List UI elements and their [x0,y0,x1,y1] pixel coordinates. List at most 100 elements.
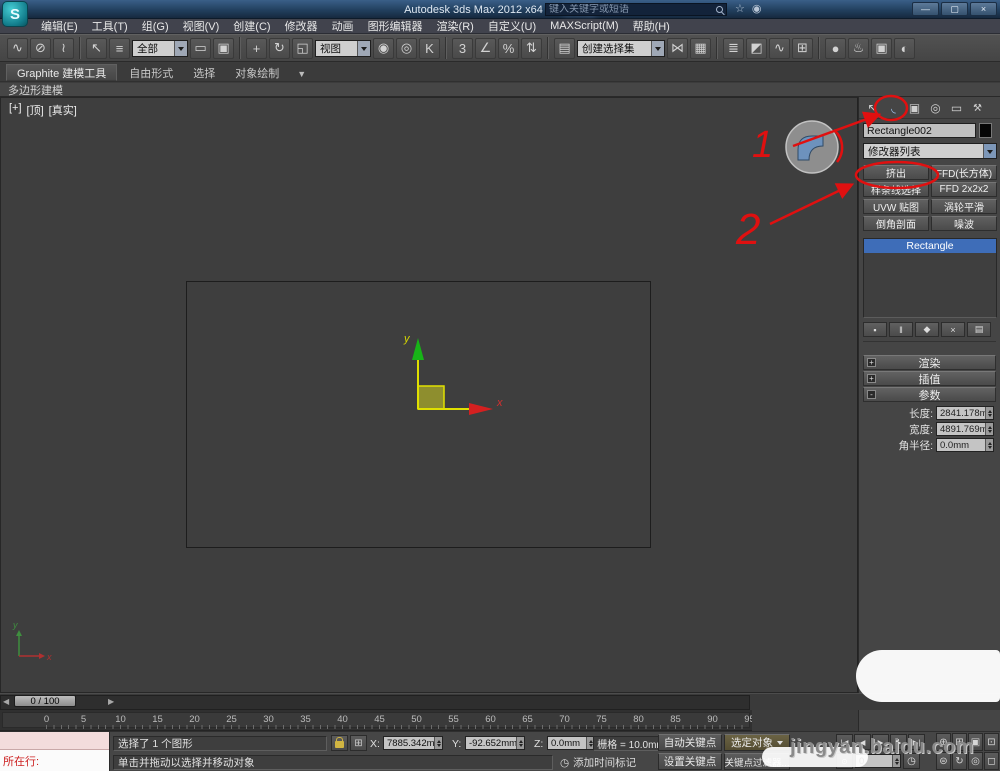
spinner-arrows[interactable] [985,423,993,435]
previous-frame-arrow[interactable]: ◀ [3,697,9,706]
align-icon[interactable]: ▦ [690,37,711,59]
search-icon[interactable] [716,6,723,13]
param-field[interactable]: 2841.178mm [936,406,994,420]
chevron-down-icon[interactable] [983,144,996,158]
tab-object-paint[interactable]: 对象绘制 [225,64,289,81]
rendered-frame-icon[interactable]: ▣ [871,37,892,59]
select-and-rotate-icon[interactable]: ↻ [269,37,290,59]
y-coordinate-field[interactable]: -92.652mm [465,736,525,750]
ribbon-options-arrow[interactable]: ▼ [291,69,312,81]
rollout-parameters[interactable]: - 参数 [863,387,996,402]
select-and-scale-icon[interactable]: ◱ [292,37,313,59]
bind-to-space-warp-icon[interactable]: ≀ [53,37,74,59]
spinner-arrows[interactable] [434,737,442,749]
snap-toggle-3d-icon[interactable]: 3 [452,37,473,59]
modify-tab-icon[interactable]: ◟ [885,101,902,115]
listener-line[interactable]: 所在行: [0,750,109,771]
material-editor-icon[interactable]: ● [825,37,846,59]
menu-views[interactable]: 视图(V) [176,18,227,34]
auto-key-button[interactable]: 自动关键点 [658,734,722,751]
chevron-down-icon[interactable] [174,40,187,56]
select-and-move-icon[interactable]: + [246,37,267,59]
spinner-snap-icon[interactable]: ⇅ [521,37,542,59]
gizmo-y-arrow[interactable] [412,338,424,360]
tab-polygon-modeling[interactable]: 多边形建模 [8,82,63,98]
use-pivot-center-icon[interactable]: ◉ [373,37,394,59]
bevel-profile-button[interactable]: 倒角剖面 [863,216,929,231]
modifier-stack[interactable]: Rectangle [863,238,997,318]
rollout-toggle[interactable]: + [867,358,876,367]
absolute-relative-toggle[interactable]: ⊞ [350,735,367,751]
modifier-list-dropdown[interactable]: 修改器列表 [863,143,997,159]
close-button[interactable]: × [970,2,997,16]
select-object-icon[interactable]: ↖ [86,37,107,59]
select-and-manipulate-icon[interactable]: ◎ [396,37,417,59]
extrude-button[interactable]: 挤出 [863,165,929,180]
viewport-menu-shading[interactable]: [真实] [49,102,77,118]
gizmo-x-arrow[interactable] [469,403,493,415]
curve-editor-icon[interactable]: ∿ [769,37,790,59]
menu-graph-editors[interactable]: 图形编辑器 [361,18,430,34]
chevron-down-icon[interactable] [357,40,370,56]
tab-graphite-modeling[interactable]: Graphite 建模工具 [6,64,118,81]
tab-freeform[interactable]: 自由形式 [119,64,183,81]
keyboard-override-icon[interactable]: K [419,37,440,59]
mirror-icon[interactable]: ⋈ [667,37,688,59]
ffd-box-button[interactable]: FFD(长方体) [931,165,997,180]
motion-tab-icon[interactable]: ◎ [927,101,944,115]
spinner-arrows[interactable] [985,439,993,451]
hierarchy-tab-icon[interactable]: ▣ [906,101,923,115]
track-bar[interactable]: 0510152025303540455055606570758085909510… [0,710,752,731]
stack-item-rectangle[interactable]: Rectangle [864,239,996,253]
make-unique-icon[interactable]: ◆ [915,322,939,337]
menu-tools[interactable]: 工具(T) [85,18,135,34]
rollout-interpolation[interactable]: + 插值 [863,371,996,386]
info-center-star-icon[interactable]: ☆ [735,2,745,15]
rollout-toggle[interactable]: - [867,390,876,399]
menu-edit[interactable]: 编辑(E) [34,18,85,34]
menu-customize[interactable]: 自定义(U) [481,18,543,34]
pin-stack-icon[interactable]: ▪ [863,322,887,337]
display-tab-icon[interactable]: ▭ [948,101,965,115]
schematic-view-icon[interactable]: ⊞ [792,37,813,59]
search-input[interactable] [549,4,716,15]
menu-modifiers[interactable]: 修改器 [278,18,325,34]
menu-animation[interactable]: 动画 [325,18,361,34]
uvw-map-button[interactable]: UVW 贴图 [863,199,929,214]
selection-filter-dropdown[interactable]: 全部 [132,39,188,57]
window-crossing-icon[interactable]: ▣ [213,37,234,59]
percent-snap-icon[interactable]: % [498,37,519,59]
unlink-selection-icon[interactable]: ⊘ [30,37,51,59]
spinner-arrows[interactable] [516,737,524,749]
communication-center-icon[interactable]: ◉ [752,2,762,15]
maximize-button[interactable]: ▢ [941,2,968,16]
menu-maxscript[interactable]: MAXScript(M) [543,20,625,32]
rollout-rendering[interactable]: + 渲染 [863,355,996,370]
named-selection-sets-dropdown[interactable]: 创建选择集 [577,39,665,57]
remove-modifier-icon[interactable]: × [941,322,965,337]
create-tab-icon[interactable]: ↖ [864,101,881,115]
rollout-toggle[interactable]: + [867,374,876,383]
search-box[interactable] [545,3,727,16]
spinner-arrows[interactable] [985,407,993,419]
reference-coordinate-dropdown[interactable]: 视图 [315,39,371,57]
show-end-result-icon[interactable]: ‖ [889,322,913,337]
configure-modifier-sets-icon[interactable]: ▤ [967,322,991,337]
object-color-swatch[interactable] [979,123,992,138]
param-field[interactable]: 4891.769mm [936,422,994,436]
zoom-region-icon[interactable]: ⊡ [984,733,999,751]
param-field[interactable]: 0.0mm [936,438,994,452]
viewport-top[interactable]: [+] [顶] [真实] y x y x [0,97,858,693]
edit-named-selection-sets-icon[interactable]: ▤ [554,37,575,59]
macro-recorder-line[interactable] [0,732,109,750]
utilities-tab-icon[interactable]: ⚒ [969,101,986,115]
render-setup-icon[interactable]: ♨ [848,37,869,59]
minimize-button[interactable]: — [912,2,939,16]
3dsmax-logo[interactable]: S [2,1,28,27]
time-slider-thumb[interactable]: 0 / 100 [14,695,76,707]
add-time-tag[interactable]: ◷ 添加时间标记 [560,755,636,770]
z-coordinate-field[interactable]: 0.0mm [547,736,595,750]
gizmo-xy-plane-handle[interactable] [417,385,445,410]
set-key-button[interactable]: 设置关键点 [658,753,722,770]
chevron-down-icon[interactable] [651,40,664,56]
